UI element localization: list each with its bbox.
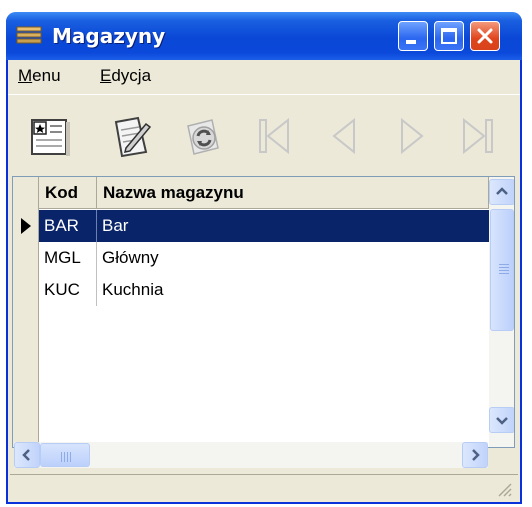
scroll-right-button[interactable] (462, 442, 488, 468)
resize-grip-icon[interactable] (496, 481, 512, 497)
minimize-button[interactable] (398, 21, 428, 51)
chevron-right-icon (472, 449, 480, 461)
scroll-left-button[interactable] (14, 442, 40, 468)
table-row[interactable]: KUC Kuchnia (39, 274, 489, 306)
column-header-kod[interactable]: Kod (39, 177, 97, 209)
warehouse-grid[interactable]: Kod Nazwa magazynu BAR Bar MGL Główny KU… (12, 176, 515, 448)
menu-bar: Menu Edycja (8, 60, 520, 94)
maximize-icon (441, 28, 457, 44)
cell-code: MGL (39, 242, 97, 274)
refresh-icon[interactable] (178, 112, 226, 160)
magazyny-window: Magazyny Menu Edycja Kod Nazwa magazynu … (6, 12, 522, 504)
edit-icon[interactable] (106, 112, 154, 160)
cell-code: KUC (39, 274, 97, 306)
warehouse-icon (16, 26, 42, 44)
cell-name: Główny (102, 248, 159, 267)
menu-item-edycja[interactable]: Edycja (100, 66, 151, 86)
toolbar (8, 94, 520, 176)
table-row[interactable]: BAR Bar (39, 210, 489, 242)
scroll-down-button[interactable] (489, 407, 514, 433)
horizontal-scroll-thumb[interactable] (40, 443, 90, 467)
table-row[interactable]: MGL Główny (39, 242, 489, 274)
first-record-icon[interactable] (250, 112, 298, 160)
status-bar (10, 474, 518, 501)
vertical-scroll-thumb[interactable] (490, 209, 514, 331)
maximize-button[interactable] (434, 21, 464, 51)
next-record-icon[interactable] (388, 112, 436, 160)
close-icon (477, 28, 493, 44)
cell-name: Bar (102, 216, 129, 235)
menu-item-menu[interactable]: Menu (18, 66, 61, 86)
new-record-icon[interactable] (26, 112, 74, 160)
chevron-left-icon (22, 449, 30, 461)
chevron-down-icon (496, 417, 508, 425)
horizontal-scrollbar[interactable] (14, 442, 488, 468)
prev-record-icon[interactable] (322, 112, 370, 160)
column-header-nazwa[interactable]: Nazwa magazynu (97, 177, 489, 209)
minimize-icon (406, 40, 416, 44)
cell-name: Kuchnia (102, 280, 164, 299)
title-bar[interactable]: Magazyny (6, 12, 522, 60)
last-record-icon[interactable] (456, 112, 504, 160)
cell-code: BAR (39, 210, 97, 242)
current-row-indicator-icon (21, 218, 31, 234)
window-title: Magazyny (52, 24, 166, 48)
vertical-scrollbar[interactable] (489, 177, 514, 447)
chevron-up-icon (496, 187, 508, 195)
scroll-up-button[interactable] (489, 179, 514, 205)
toolbar-divider (8, 94, 520, 95)
close-button[interactable] (470, 21, 500, 51)
